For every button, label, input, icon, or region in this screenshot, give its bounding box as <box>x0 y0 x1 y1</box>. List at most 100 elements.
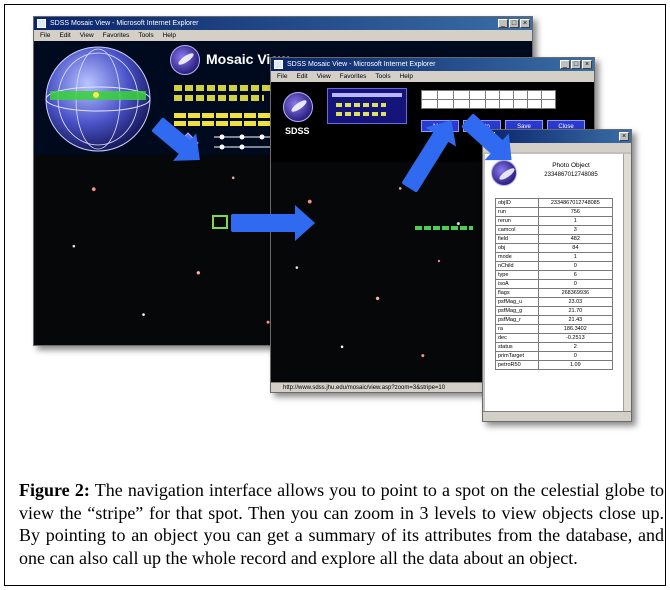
close-icon[interactable]: × <box>582 60 592 69</box>
attribute-name: run <box>495 207 539 217</box>
object-label <box>415 226 473 230</box>
attribute-name: objID <box>495 198 539 208</box>
menu-file[interactable]: File <box>40 30 50 41</box>
menu-help[interactable]: Help <box>163 30 176 41</box>
close-icon[interactable]: × <box>619 132 629 141</box>
table-row: isoA 0 <box>495 279 614 289</box>
attribute-value: 186.3402 <box>537 324 614 334</box>
summary-status-bar <box>483 411 631 421</box>
attribute-name: flags <box>495 288 539 298</box>
mosaic-menubar: File Edit View Favorites Tools Help <box>34 30 532 41</box>
table-row: type 6 <box>495 270 614 280</box>
browser-icon <box>274 60 283 69</box>
zoom-logo-text: SDSS <box>285 126 310 136</box>
figure-frame: SDSS Mosaic View - Microsoft Internet Ex… <box>4 4 666 586</box>
attribute-value: 6 <box>537 270 614 280</box>
table-row: nChild 0 <box>495 261 614 271</box>
attribute-value: 482 <box>537 234 614 244</box>
mosaic-window-title: SDSS Mosaic View - Microsoft Internet Ex… <box>50 20 199 27</box>
attribute-value: -0.2513 <box>537 333 614 343</box>
table-row: psfMag_g 21.70 <box>495 306 614 316</box>
attribute-name: type <box>495 270 539 280</box>
attribute-value: 0 <box>537 261 614 271</box>
table-row: psfMag_u 23.03 <box>495 297 614 307</box>
menu-file[interactable]: File <box>277 71 287 82</box>
caption-text: The navigation interface allows you to p… <box>19 480 665 568</box>
close-icon[interactable]: × <box>520 19 530 28</box>
attribute-value: 1 <box>537 216 614 226</box>
table-row: flags 268369936 <box>495 288 614 298</box>
attribute-name: psfMag_g <box>495 306 539 316</box>
attribute-name: ra <box>495 324 539 334</box>
object-info-box <box>327 88 407 124</box>
table-row: primTarget 0 <box>495 351 614 361</box>
menu-view[interactable]: View <box>317 71 331 82</box>
table-row: dec -0.2513 <box>495 333 614 343</box>
attribute-value: 0 <box>537 351 614 361</box>
figure-caption: Figure 2: The navigation interface allow… <box>19 479 664 569</box>
summary-content: Photo Object 2334867012748085 objID 23348… <box>485 154 623 412</box>
attribute-name: status <box>495 342 539 352</box>
zoom-menubar: File Edit View Favorites Tools Help <box>271 71 594 82</box>
menu-tools[interactable]: Tools <box>138 30 153 41</box>
menu-favorites[interactable]: Favorites <box>103 30 130 41</box>
table-row: rerun 1 <box>495 216 614 226</box>
arrow-icon <box>231 205 315 241</box>
attribute-name: dec <box>495 333 539 343</box>
table-row: ra 186.3402 <box>495 324 614 334</box>
mosaic-window-titlebar[interactable]: SDSS Mosaic View - Microsoft Internet Ex… <box>34 17 532 30</box>
attribute-name: primTarget <box>495 351 539 361</box>
table-row: field 482 <box>495 234 614 244</box>
object-summary-window: × Photo Object 2334867012748085 objID 233… <box>482 129 632 422</box>
zoom-window-title: SDSS Mosaic View - Microsoft Internet Ex… <box>287 61 436 68</box>
maximize-icon[interactable]: □ <box>571 60 581 69</box>
attribute-name: petroR50 <box>495 360 539 370</box>
attribute-value: 0 <box>537 279 614 289</box>
attribute-name: mode <box>495 252 539 262</box>
attribute-value: 268369936 <box>537 288 614 298</box>
menu-edit[interactable]: Edit <box>59 30 70 41</box>
attribute-name: rerun <box>495 216 539 226</box>
attribute-name: field <box>495 234 539 244</box>
attribute-value: 756 <box>537 207 614 217</box>
minimize-icon[interactable]: _ <box>560 60 570 69</box>
coordinate-table <box>421 90 556 109</box>
attribute-value: 84 <box>537 243 614 253</box>
attribute-name: obj <box>495 243 539 253</box>
attribute-value: 21.70 <box>537 306 614 316</box>
attribute-value: 2 <box>537 342 614 352</box>
minimize-icon[interactable]: _ <box>498 19 508 28</box>
coordinate-readout <box>174 85 284 91</box>
menu-favorites[interactable]: Favorites <box>340 71 367 82</box>
caption-label: Figure 2: <box>19 480 90 500</box>
globe-icon[interactable] <box>38 43 158 157</box>
attribute-table: objID 2334867012748085 run 756 rerun 1 camcol 3… <box>495 198 614 370</box>
table-row: camcol 3 <box>495 225 614 235</box>
menu-view[interactable]: View <box>80 30 94 41</box>
maximize-icon[interactable]: □ <box>509 19 519 28</box>
menu-help[interactable]: Help <box>400 71 413 82</box>
attribute-value: 3 <box>537 225 614 235</box>
table-row: mode 1 <box>495 252 614 262</box>
attribute-name: camcol <box>495 225 539 235</box>
attribute-name: isoA <box>495 279 539 289</box>
attribute-value: 21.43 <box>537 315 614 325</box>
attribute-name: nChild <box>495 261 539 271</box>
menu-tools[interactable]: Tools <box>375 71 390 82</box>
coordinate-readout-2 <box>174 95 264 101</box>
table-row: status 2 <box>495 342 614 352</box>
summary-object-id: 2334867012748085 <box>544 172 598 178</box>
attribute-value: 2334867012748085 <box>537 198 614 208</box>
attribute-value: 1 <box>537 252 614 262</box>
attribute-name: psfMag_r <box>495 315 539 325</box>
sdss-logo-icon <box>170 45 200 75</box>
selection-box <box>212 215 228 229</box>
table-row: petroR50 1.09 <box>495 360 614 370</box>
summary-scrollbar[interactable] <box>623 154 631 412</box>
zoom-window-titlebar[interactable]: SDSS Mosaic View - Microsoft Internet Ex… <box>271 58 594 71</box>
sdss-logo-icon <box>283 92 313 122</box>
table-row: psfMag_r 21.43 <box>495 315 614 325</box>
menu-edit[interactable]: Edit <box>296 71 307 82</box>
summary-header: Photo Object <box>552 162 590 169</box>
table-row: run 756 <box>495 207 614 217</box>
